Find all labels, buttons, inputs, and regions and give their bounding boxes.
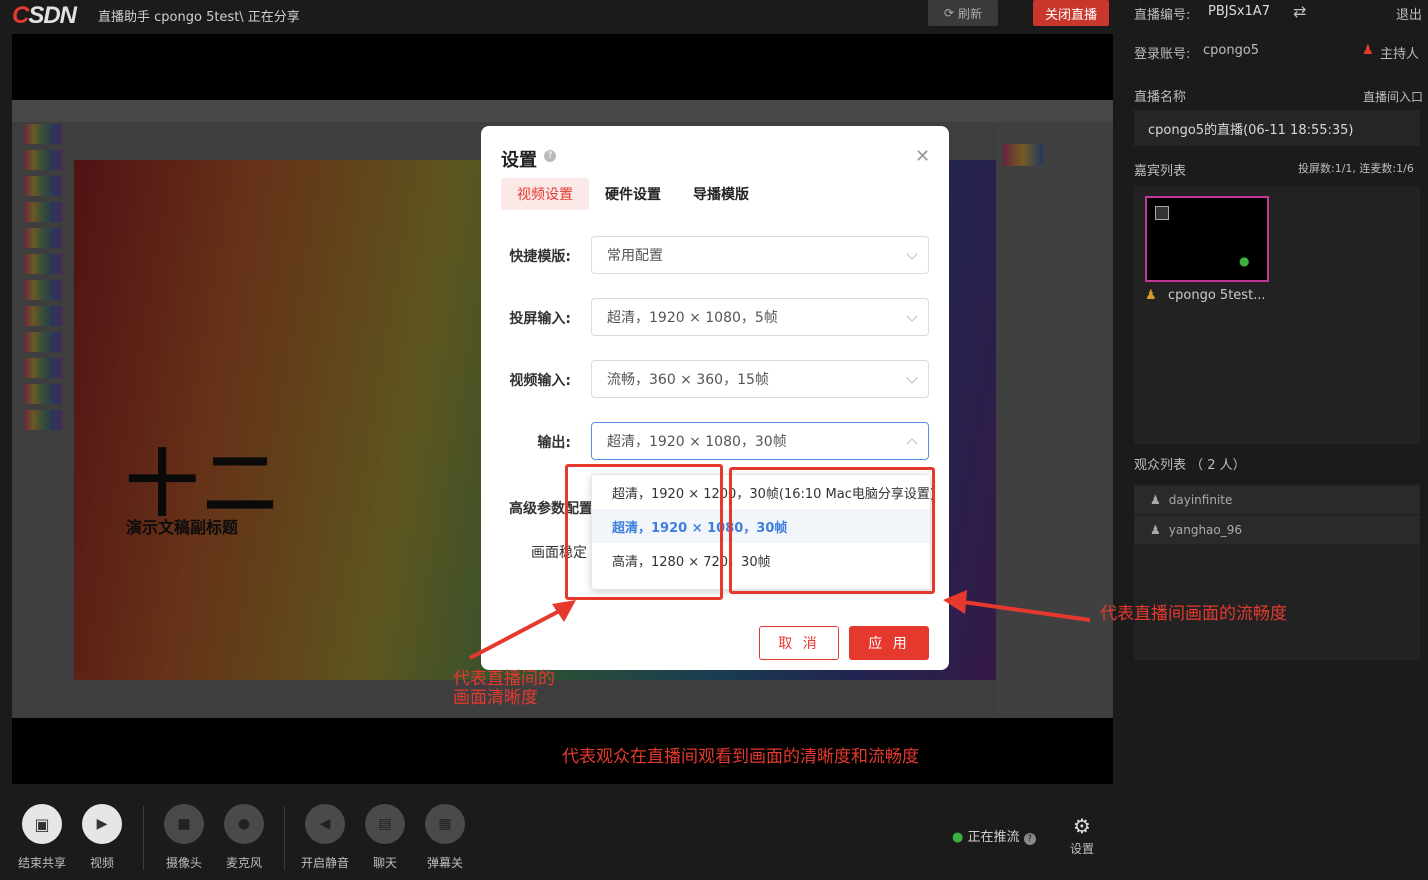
host-icon: ♟	[1362, 43, 1374, 58]
divider	[284, 806, 285, 870]
select-value: 常用配置	[607, 248, 663, 264]
user-icon: ♟	[1150, 493, 1161, 507]
chat-label: 聊天	[372, 856, 397, 870]
danmaku-icon: ▦	[425, 804, 465, 844]
help-icon[interactable]: ?	[1023, 833, 1036, 845]
annotation-box-clarity	[565, 464, 723, 600]
screen-input-select[interactable]: 超清，1920 × 1080，5帧	[591, 298, 929, 336]
quick-template-label: 快捷模版:	[509, 249, 571, 265]
host-label: 主持人	[1380, 47, 1420, 62]
refresh-button[interactable]: ⟳ 刷新	[928, 0, 998, 26]
camera-button[interactable]: ■ 摄像头	[154, 804, 214, 871]
output-select[interactable]: 超清，1920 × 1080，30帧	[591, 422, 929, 460]
danmaku-button[interactable]: ▦ 弹幕关	[415, 804, 475, 871]
play-icon: ▶	[82, 804, 122, 844]
chat-icon: ▤	[365, 804, 405, 844]
apply-button[interactable]: 应 用	[849, 626, 929, 660]
tab-video-settings[interactable]: 视频设置	[501, 178, 589, 210]
tab-director-template[interactable]: 导播模版	[677, 178, 765, 210]
status-dot-icon: ●	[952, 830, 968, 845]
camera-icon: ■	[164, 804, 204, 844]
chat-button[interactable]: ▤ 聊天	[355, 804, 415, 871]
tab-hardware-settings[interactable]: 硬件设置	[589, 178, 677, 210]
chevron-down-icon	[906, 310, 918, 322]
app-title: 直播助手 cpongo 5test\ 正在分享	[98, 10, 300, 25]
annotation-arrow-clarity	[469, 600, 576, 660]
chevron-down-icon	[906, 248, 918, 260]
top-bar: CSDN 直播助手 cpongo 5test\ 正在分享 ⟳ 刷新 关闭直播	[0, 0, 1120, 30]
settings-button[interactable]: ⚙ 设置	[1062, 814, 1102, 857]
logout-link[interactable]: 退出	[1396, 4, 1422, 23]
audience-name: yanghao_96	[1168, 523, 1243, 537]
select-value: 流畅，360 × 360，15帧	[607, 372, 769, 388]
annotation-fluency: 代表直播间画面的流畅度	[1100, 604, 1287, 624]
live-id-label: 直播编号:	[1134, 8, 1191, 23]
mute-label: 开启静音	[300, 856, 349, 870]
cancel-button[interactable]: 取 消	[759, 626, 839, 660]
screen-input-label: 投屏输入:	[509, 311, 571, 327]
streaming-status-text: 正在推流	[967, 830, 1020, 845]
account-name: cpongo5	[1203, 43, 1260, 58]
help-icon[interactable]: ?	[544, 150, 556, 162]
guest-name: cpongo 5test...	[1168, 288, 1266, 303]
output-label: 输出:	[537, 435, 571, 451]
select-value: 超清，1920 × 1080，5帧	[607, 310, 778, 326]
live-entry-link[interactable]: 直播间入口	[1363, 88, 1423, 105]
chevron-down-icon	[906, 372, 918, 384]
screen-share-icon: ▣	[22, 804, 62, 844]
guest-list-label: 嘉宾列表	[1134, 164, 1187, 179]
audience-label: 观众列表 （ 2 人）	[1134, 458, 1246, 473]
speaker-icon: ◀	[305, 804, 345, 844]
mute-button[interactable]: ◀ 开启静音	[295, 804, 355, 871]
settings-label: 设置	[1069, 842, 1094, 856]
switch-icon[interactable]: ⇄	[1293, 2, 1306, 21]
guest-checkbox[interactable]	[1155, 206, 1169, 220]
streaming-status: ● 正在推流 ?	[952, 826, 1036, 845]
annotation-clarity: 代表直播间的 画面清晰度	[453, 669, 555, 708]
audience-name: dayinfinite	[1168, 493, 1233, 507]
end-share-label: 结束共享	[17, 856, 66, 870]
quick-template-select[interactable]: 常用配置	[591, 236, 929, 274]
user-icon: ♟	[1150, 523, 1161, 537]
annotation-arrow-fluency	[943, 590, 1091, 622]
video-label: 视频	[89, 856, 114, 870]
close-icon[interactable]: ✕	[915, 146, 930, 167]
mic-status-icon: ●	[1239, 254, 1250, 268]
video-button[interactable]: ▶ 视频	[72, 804, 132, 871]
gear-icon: ⚙	[1073, 814, 1091, 838]
refresh-icon: ⟳	[943, 6, 955, 20]
video-input-select[interactable]: 流畅，360 × 360，15帧	[591, 360, 929, 398]
guest-stats: 投屏数:1/1, 连麦数:1/6	[1298, 162, 1414, 175]
live-id: PBJSx1A7	[1208, 4, 1270, 19]
audience-item[interactable]: ♟ yanghao_96	[1134, 516, 1420, 544]
chevron-up-icon	[906, 438, 918, 450]
select-value: 超清，1920 × 1080，30帧	[607, 434, 787, 450]
csdn-logo: CSDN	[12, 2, 77, 29]
mic-label: 麦克风	[225, 856, 262, 870]
mic-icon: ●	[224, 804, 264, 844]
live-name-field[interactable]: cpongo5的直播(06-11 18:55:35)	[1134, 110, 1420, 146]
live-name-label: 直播名称	[1134, 90, 1187, 105]
camera-label: 摄像头	[165, 856, 202, 870]
close-live-button[interactable]: 关闭直播	[1033, 0, 1109, 26]
danmaku-label: 弹幕关	[426, 856, 463, 870]
settings-tabs: 视频设置 硬件设置 导播模版	[501, 178, 765, 210]
audience-item[interactable]: ♟ dayinfinite	[1134, 486, 1420, 514]
refresh-label: 刷新	[958, 6, 983, 21]
dialog-title: 设置	[501, 150, 537, 171]
end-share-button[interactable]: ▣ 结束共享	[12, 804, 72, 871]
annotation-box-fluency	[729, 467, 935, 594]
guest-video-card[interactable]: ●	[1145, 196, 1269, 282]
mic-button[interactable]: ● 麦克风	[214, 804, 274, 871]
video-input-label: 视频输入:	[509, 373, 571, 389]
divider	[143, 806, 144, 870]
annotation-summary: 代表观众在直播间观看到画面的清晰度和流畅度	[562, 747, 919, 767]
guest-user-icon: ♟	[1145, 288, 1157, 303]
account-label: 登录账号:	[1134, 47, 1191, 62]
